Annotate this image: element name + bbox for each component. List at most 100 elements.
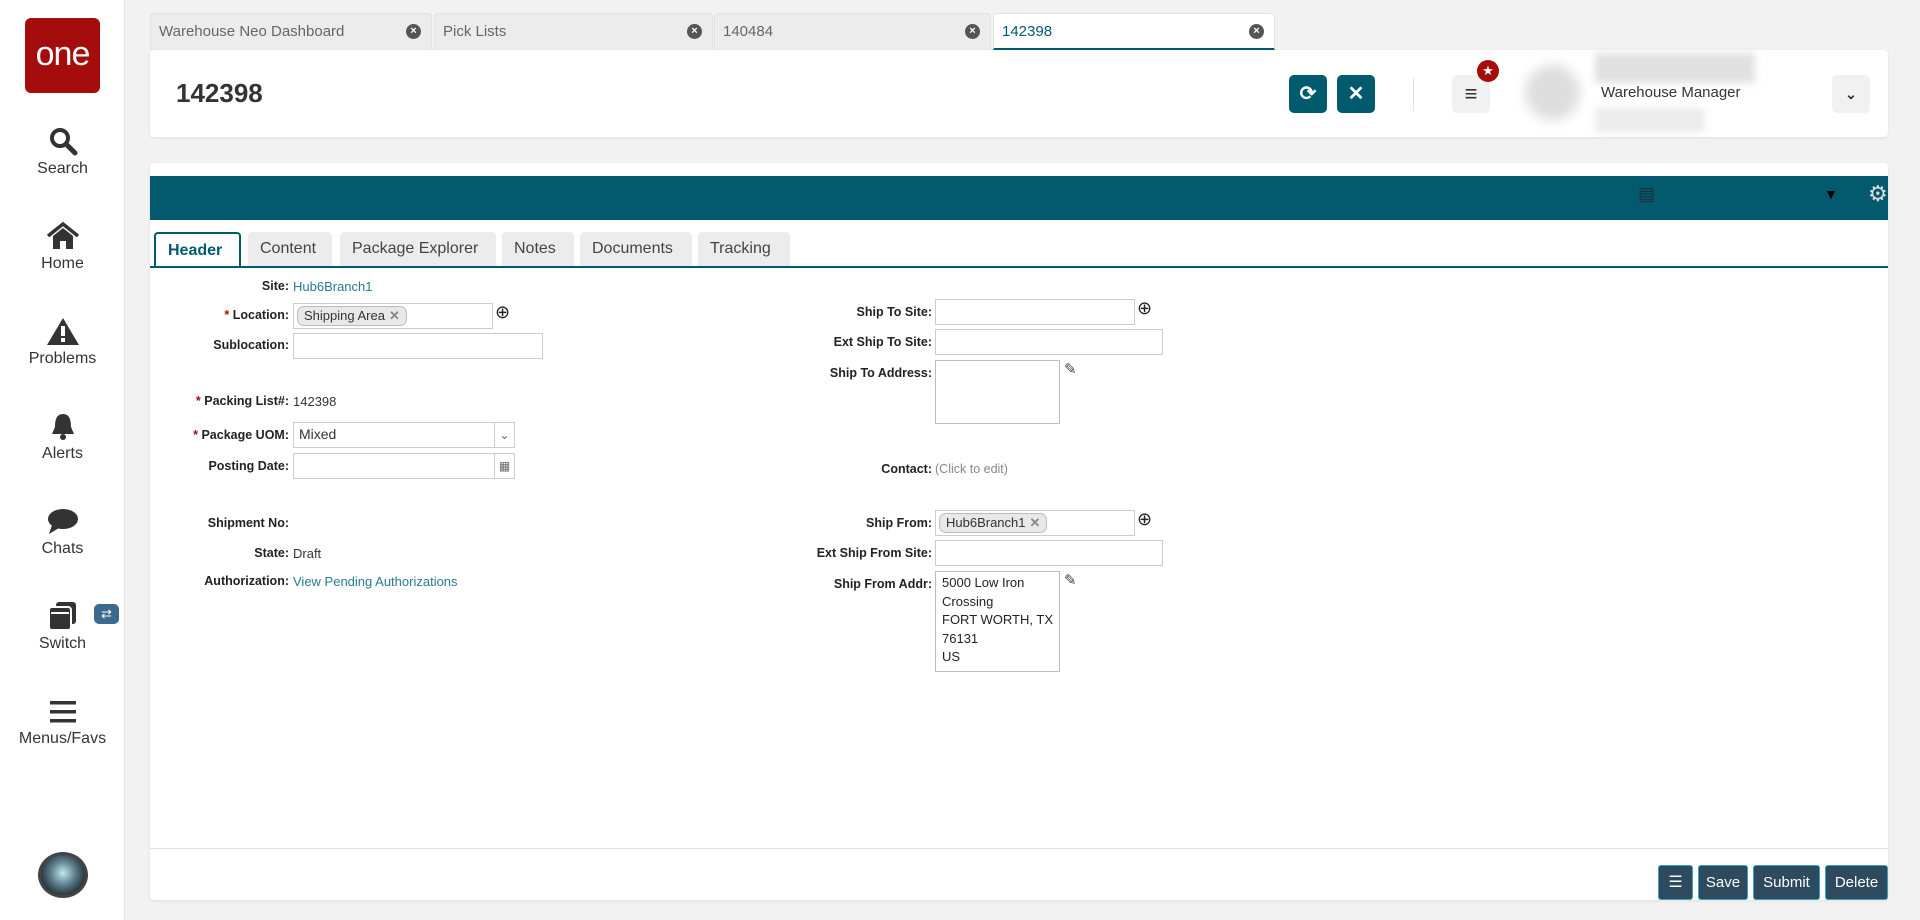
close-tab-icon[interactable]: × [965,24,980,39]
sidebar-item-menus-favs[interactable]: Menus/Favs [0,698,125,748]
package-uom-label: * Package UOM: [193,428,289,442]
ship-from-label: Ship From: [866,516,932,530]
tabs-underline [150,266,1888,268]
caret-down-icon[interactable]: ▼ [1824,186,1838,202]
address-line: Crossing [942,593,994,609]
contact-edit-link[interactable]: (Click to edit) [935,462,1008,476]
edit-ship-from-address-icon[interactable]: ✎ [1064,571,1077,589]
close-tab-icon[interactable]: × [406,24,421,39]
tab-documents[interactable]: Documents [580,232,692,266]
chat-icon [47,509,78,534]
ship-from-search-icon[interactable]: ⊕ [1137,509,1152,530]
packing-list-value: 142398 [293,394,337,409]
state-value: Draft [293,546,322,561]
history-list-button[interactable]: ☰ [1658,865,1693,900]
sublocation-label: Sublocation: [213,338,289,352]
tab-label: 142398 [1002,23,1053,40]
favorites-star-icon[interactable]: ★ [1477,60,1499,82]
save-button[interactable]: Save [1698,865,1748,900]
site-label: Site: [261,279,289,293]
sidebar-item-problems[interactable]: Problems [0,316,125,368]
submit-button[interactable]: Submit [1753,865,1820,900]
ship-to-site-label: Ship To Site: [856,305,932,319]
ship-to-site-input[interactable] [935,299,1135,325]
close-tab-icon[interactable]: × [1249,24,1264,39]
ext-ship-from-site-label: Ext Ship From Site: [816,546,932,560]
tab-header[interactable]: Header [154,232,241,266]
tab-pick-lists[interactable]: Pick Lists × [434,13,713,50]
sidebar-item-alerts[interactable]: Alerts [0,411,125,463]
tab-140484[interactable]: 140484 × [714,13,991,50]
posting-date-input[interactable]: ▦ [293,453,515,479]
ext-ship-to-site-input[interactable] [935,329,1163,355]
tab-label: Pick Lists [443,23,507,40]
address-line: 5000 Low Iron [942,575,1025,590]
remove-chip-icon[interactable]: ✕ [1030,515,1041,530]
warning-icon [46,318,79,345]
sidebar-item-label: Search [37,160,88,177]
ship-from-address-box[interactable]: 5000 Low Iron Crossing FORT WORTH, TX 76… [935,571,1060,672]
tab-label: Warehouse Neo Dashboard [159,23,345,40]
gear-icon[interactable]: ⚙ [1868,181,1888,207]
user-avatar[interactable] [1525,65,1580,120]
address-line: US [942,649,961,664]
tab-label: 140484 [723,23,774,40]
tab-142398[interactable]: 142398 × [993,13,1275,50]
tab-notes[interactable]: Notes [502,232,574,266]
close-tab-icon[interactable]: × [687,24,702,39]
edit-ship-to-address-icon[interactable]: ✎ [1064,360,1077,378]
documents-icon[interactable]: ▤ [1638,184,1655,205]
location-chip: Shipping Area ✕ [297,306,407,326]
assistant-avatar[interactable] [38,852,88,898]
menu-icon [49,701,76,723]
posting-date-label: Posting Date: [208,459,289,473]
switch-badge-icon[interactable]: ⇄ [94,604,119,624]
user-role: Warehouse Manager [1601,84,1741,101]
contact-label: Contact: [881,462,932,476]
sidebar: one Search Home Problems Alerts Chats Sw… [0,0,125,920]
tab-package-explorer[interactable]: Package Explorer [340,232,496,266]
chevron-down-icon[interactable]: ⌄ [494,423,514,447]
one-logo[interactable]: one [25,18,100,93]
switch-icon [47,602,76,631]
sidebar-item-label: Menus/Favs [18,730,107,747]
sidebar-item-label: Problems [28,350,97,367]
remove-chip-icon[interactable]: ✕ [389,308,400,323]
location-search-icon[interactable]: ⊕ [495,302,510,323]
tab-tracking[interactable]: Tracking [698,232,790,266]
delete-button[interactable]: Delete [1825,865,1888,900]
uom-value: Mixed [299,426,337,442]
address-line: 76131 [942,630,979,646]
sidebar-item-search[interactable]: Search [0,126,125,178]
package-uom-select[interactable]: Mixed ⌄ [293,422,515,448]
sidebar-item-home[interactable]: Home [0,221,125,273]
ship-to-address-label: Ship To Address: [829,366,932,380]
user-name-blurred [1595,53,1755,83]
sublocation-input[interactable] [293,333,543,359]
location-label: * Location: [224,308,289,322]
search-icon [49,128,77,156]
tab-warehouse-neo-dashboard[interactable]: Warehouse Neo Dashboard × [150,13,432,50]
ship-to-site-search-icon[interactable]: ⊕ [1137,298,1152,319]
tab-content[interactable]: Content [248,232,332,266]
site-link[interactable]: Hub6Branch1 [293,279,373,294]
refresh-button[interactable]: ⟳ [1289,75,1327,113]
shipment-no-label: Shipment No: [207,516,289,530]
authorization-label: Authorization: [204,574,289,588]
address-line: FORT WORTH, TX [942,612,1053,627]
divider [1413,78,1414,111]
location-input[interactable]: Shipping Area ✕ [293,303,493,329]
user-menu-chevron-down-icon[interactable]: ⌄ [1832,75,1870,113]
view-pending-authorizations-link[interactable]: View Pending Authorizations [293,574,458,589]
page-title: 142398 [176,78,263,108]
calendar-icon[interactable]: ▦ [494,454,514,478]
close-button[interactable]: ✕ [1337,75,1375,113]
ship-from-chip: Hub6Branch1 ✕ [939,513,1048,533]
home-icon [46,221,79,249]
sidebar-item-chats[interactable]: Chats [0,506,125,558]
ext-ship-to-site-label: Ext Ship To Site: [833,335,932,349]
ext-ship-from-site-input[interactable] [935,540,1163,566]
ship-to-address-box[interactable] [935,360,1060,424]
packing-list-label: * Packing List#: [195,394,289,408]
ship-from-input[interactable]: Hub6Branch1 ✕ [935,510,1135,536]
